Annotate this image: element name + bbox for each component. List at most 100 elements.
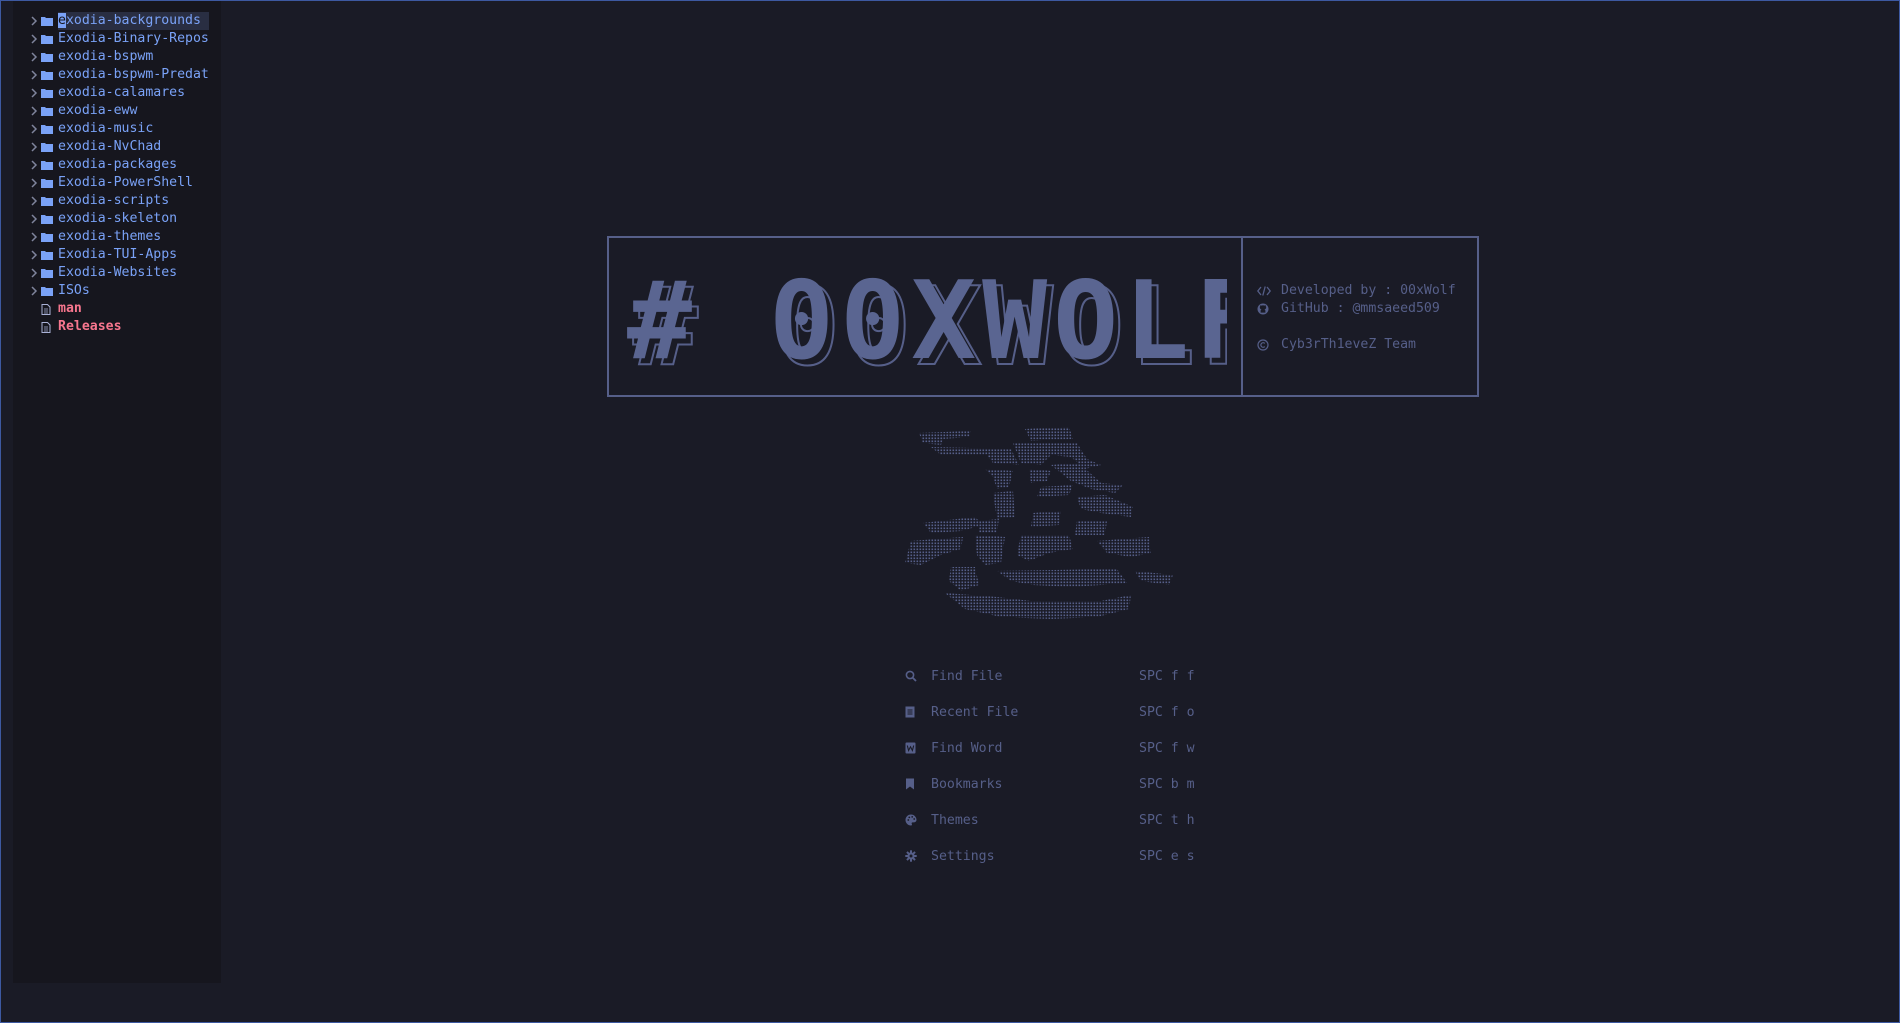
tree-item-label: Exodia-Websites	[58, 265, 178, 280]
tree-folder[interactable]: exodia-music	[27, 120, 217, 138]
chevron-right-icon[interactable]	[27, 70, 41, 80]
folder-icon	[41, 70, 58, 80]
tree-folder[interactable]: exodia-eww	[27, 102, 217, 120]
tree-folder[interactable]: Exodia-PowerShell	[27, 174, 217, 192]
tree-item-label: exodia-NvChad	[58, 139, 162, 154]
menu-recent-file[interactable]: Recent File SPC f o	[905, 694, 1195, 730]
tree-folder[interactable]: Exodia-Websites	[27, 264, 217, 282]
chevron-right-icon[interactable]	[27, 268, 41, 278]
tree-folder[interactable]: ISOs	[27, 282, 217, 300]
tree-folder[interactable]: exodia-bspwm	[27, 48, 217, 66]
tree-item-label: exodia-music	[58, 121, 154, 136]
menu-find-file[interactable]: Find File SPC f f	[905, 658, 1195, 694]
dashboard-header: # 00XWOLF # 00XWOLF Developed by : 00xWo…	[607, 236, 1479, 397]
chevron-right-icon[interactable]	[27, 142, 41, 152]
tree-file[interactable]: Releases	[27, 318, 217, 336]
tree-folder[interactable]: exodia-scripts	[27, 192, 217, 210]
tree-folder[interactable]: exodia-themes	[27, 228, 217, 246]
folder-icon	[41, 250, 58, 260]
folder-icon	[41, 268, 58, 278]
tree-item-label: Releases	[58, 319, 122, 334]
chevron-right-icon[interactable]	[27, 124, 41, 134]
chevron-right-icon[interactable]	[27, 178, 41, 188]
github-icon	[1257, 303, 1281, 315]
developed-by-text: Developed by : 00xWolf	[1281, 283, 1456, 298]
folder-icon	[41, 160, 58, 170]
folder-icon	[41, 16, 58, 26]
tree-item-label: Exodia-Binary-Repos	[58, 31, 209, 46]
menu-shortcut: SPC f w	[1139, 740, 1195, 756]
chevron-right-icon[interactable]	[27, 232, 41, 242]
file-icon	[41, 303, 58, 315]
tree-folder[interactable]: exodia-skeleton	[27, 210, 217, 228]
folder-icon	[41, 196, 58, 206]
tree-item-label: exodia-eww	[58, 103, 138, 118]
chevron-right-icon[interactable]	[27, 196, 41, 206]
palette-icon	[905, 814, 931, 826]
folder-icon	[41, 34, 58, 44]
tree-file[interactable]: man	[27, 300, 217, 318]
tree-item-label: Exodia-TUI-Apps	[58, 247, 178, 262]
menu-find-word[interactable]: Find Word SPC f w	[905, 730, 1195, 766]
chevron-right-icon[interactable]	[27, 34, 41, 44]
menu-shortcut: SPC t h	[1139, 812, 1195, 828]
menu-label: Find Word	[931, 740, 1003, 756]
folder-icon	[41, 52, 58, 62]
github-text: GitHub : @mmsaeed509	[1281, 301, 1440, 316]
word-icon	[905, 742, 931, 754]
chevron-right-icon[interactable]	[27, 250, 41, 260]
chevron-right-icon[interactable]	[27, 106, 41, 116]
menu-label: Themes	[931, 812, 979, 828]
chevron-right-icon[interactable]	[27, 214, 41, 224]
text-cursor: e	[58, 13, 66, 28]
folder-icon	[41, 178, 58, 188]
folder-icon	[41, 142, 58, 152]
folder-icon	[41, 124, 58, 134]
chevron-right-icon[interactable]	[27, 160, 41, 170]
menu-themes[interactable]: Themes SPC t h	[905, 802, 1195, 838]
header-divider	[1241, 238, 1243, 395]
menu-bookmarks[interactable]: Bookmarks SPC b m	[905, 766, 1195, 802]
gear-icon	[905, 850, 931, 862]
menu-settings[interactable]: Settings SPC e s	[905, 838, 1195, 874]
file-icon	[905, 706, 931, 718]
folder-icon	[41, 286, 58, 296]
tree-item-label: man	[58, 301, 82, 316]
tree-item-label: Exodia-PowerShell	[58, 175, 193, 190]
banner-text: # 00XWOLF	[627, 260, 1227, 372]
file-icon	[41, 321, 58, 333]
wolf-ascii-art	[905, 427, 1173, 619]
tree-item-label: exodia-bspwm-Predat	[58, 67, 209, 82]
menu-shortcut: SPC f f	[1139, 668, 1195, 684]
chevron-right-icon[interactable]	[27, 88, 41, 98]
menu-label: Settings	[931, 848, 995, 864]
copyright-icon	[1257, 339, 1281, 351]
menu-shortcut: SPC b m	[1139, 776, 1195, 792]
tree-item-label: ISOs	[58, 283, 90, 298]
tree-folder[interactable]: Exodia-TUI-Apps	[27, 246, 217, 264]
chevron-right-icon[interactable]	[27, 52, 41, 62]
search-icon	[905, 670, 931, 682]
tree-folder-exodia-backgrounds[interactable]: exodia-backgrounds	[27, 12, 217, 30]
tree-item-label: exodia-packages	[58, 157, 178, 172]
team-text: Cyb3rTh1eveZ Team	[1281, 337, 1416, 352]
tree-folder[interactable]: exodia-NvChad	[27, 138, 217, 156]
tree-folder[interactable]: Exodia-Binary-Repos	[27, 30, 217, 48]
ascii-banner: # 00XWOLF # 00XWOLF	[627, 260, 1227, 372]
neovim-window: exodia-backgrounds Exodia-Binary-Repos e…	[0, 0, 1900, 1023]
menu-label: Recent File	[931, 704, 1019, 720]
folder-icon	[41, 88, 58, 98]
menu-label: Bookmarks	[931, 776, 1003, 792]
folder-icon	[41, 214, 58, 224]
menu-label: Find File	[931, 668, 1003, 684]
tree-item-label: exodia-themes	[58, 229, 162, 244]
tree-folder[interactable]: exodia-bspwm-Predat	[27, 66, 217, 84]
menu-shortcut: SPC e s	[1139, 848, 1195, 864]
chevron-right-icon[interactable]	[27, 286, 41, 296]
chevron-right-icon[interactable]	[27, 16, 41, 26]
tree-folder[interactable]: exodia-packages	[27, 156, 217, 174]
code-icon	[1257, 286, 1281, 296]
file-tree: exodia-backgrounds Exodia-Binary-Repos e…	[27, 12, 217, 336]
tree-item-label: exodia-bspwm	[58, 49, 154, 64]
tree-folder[interactable]: exodia-calamares	[27, 84, 217, 102]
